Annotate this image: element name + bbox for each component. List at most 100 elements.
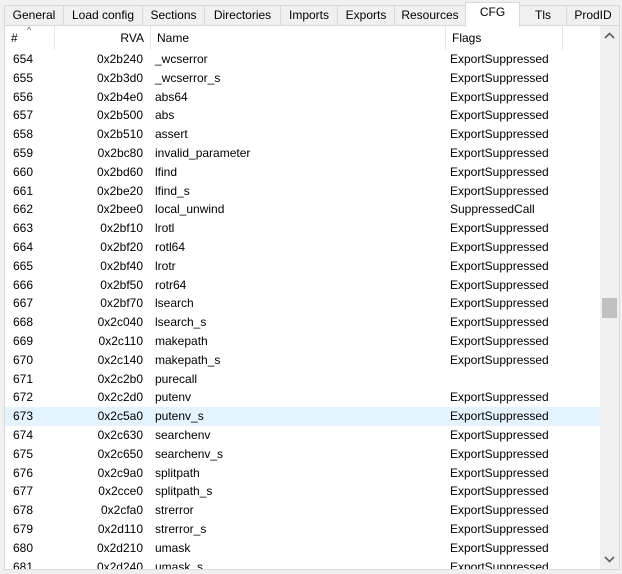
row-number: 660 — [13, 164, 34, 179]
row-rva: 0x2bf50 — [100, 277, 143, 292]
row-flags: ExportSuppressed — [450, 503, 549, 518]
tab-general[interactable]: General — [4, 5, 64, 25]
table-row[interactable]: 675 0x2c650 searchenv_s ExportSuppressed — [5, 445, 601, 464]
row-name: local_unwind — [155, 202, 225, 217]
tab-tls[interactable]: Tls — [519, 5, 567, 25]
table-row[interactable]: 673 0x2c5a0 putenv_s ExportSuppressed — [5, 407, 601, 426]
row-rva: 0x2b500 — [96, 108, 143, 123]
row-number: 659 — [13, 145, 34, 160]
row-rva: 0x2bf40 — [100, 258, 143, 273]
tab-exports[interactable]: Exports — [337, 5, 395, 25]
row-flags: ExportSuppressed — [450, 390, 549, 405]
table-row[interactable]: 662 0x2bee0 local_unwind SuppressedCall — [5, 200, 601, 219]
row-name: _wcserror — [155, 52, 208, 66]
row-flags: ExportSuppressed — [450, 239, 549, 254]
table-row[interactable]: 670 0x2c140 makepath_s ExportSuppressed — [5, 351, 601, 370]
tab-sections[interactable]: Sections — [142, 5, 205, 25]
row-name: splitpath — [155, 465, 200, 480]
chevron-down-icon[interactable] — [600, 551, 619, 568]
row-number: 679 — [13, 521, 34, 536]
row-rva: 0x2c630 — [97, 427, 143, 442]
row-flags: ExportSuppressed — [450, 352, 549, 367]
table-row[interactable]: 655 0x2b3d0 _wcserror_s ExportSuppressed — [5, 69, 601, 88]
row-number: 673 — [13, 409, 34, 424]
table-row[interactable]: 676 0x2c9a0 splitpath ExportSuppressed — [5, 464, 601, 483]
row-flags: ExportSuppressed — [450, 183, 549, 198]
row-flags: SuppressedCall — [450, 202, 535, 217]
table-row[interactable]: 664 0x2bf20 rotl64 ExportSuppressed — [5, 238, 601, 257]
table-row[interactable]: 667 0x2bf70 lsearch ExportSuppressed — [5, 294, 601, 313]
tab-cfg[interactable]: CFG — [465, 2, 520, 27]
tab-prodid[interactable]: ProdID — [566, 5, 620, 25]
table-row[interactable]: 663 0x2bf10 lrotl ExportSuppressed — [5, 219, 601, 238]
table-row[interactable]: 656 0x2b4e0 abs64 ExportSuppressed — [5, 88, 601, 107]
row-name: searchenv_s — [155, 446, 224, 461]
row-flags: ExportSuppressed — [450, 315, 549, 330]
chevron-up-icon[interactable] — [600, 27, 619, 44]
table-row[interactable]: 678 0x2cfa0 strerror ExportSuppressed — [5, 501, 601, 520]
row-name: rotr64 — [155, 277, 187, 292]
row-number: 669 — [13, 333, 34, 348]
row-rva: 0x2bf70 — [100, 296, 143, 311]
column-header-label: Name — [157, 31, 190, 45]
row-name: putenv — [155, 390, 192, 405]
table-row[interactable]: 661 0x2be20 lfind_s ExportSuppressed — [5, 182, 601, 201]
column-header-flags[interactable]: Flags — [446, 26, 563, 50]
cfg-table-body: 654 0x2b240 _wcserror ExportSuppressed 655 0x… — [5, 50, 601, 570]
table-row[interactable]: 668 0x2c040 lsearch_s ExportSuppressed — [5, 313, 601, 332]
table-row[interactable]: 657 0x2b500 abs ExportSuppressed — [5, 106, 601, 125]
row-rva: 0x2cce0 — [98, 484, 143, 499]
row-flags: ExportSuppressed — [450, 559, 549, 570]
table-row[interactable]: 665 0x2bf40 lrotr ExportSuppressed — [5, 257, 601, 276]
table-row[interactable]: 672 0x2c2d0 putenv ExportSuppressed — [5, 388, 601, 407]
table-row[interactable]: 680 0x2d210 umask ExportSuppressed — [5, 539, 601, 558]
sort-ascending-icon: ^ — [27, 25, 32, 35]
table-row[interactable]: 654 0x2b240 _wcserror ExportSuppressed — [5, 50, 601, 69]
column-header-rva[interactable]: RVA — [55, 26, 151, 50]
tab-load-config[interactable]: Load config — [63, 5, 143, 25]
table-row[interactable]: 671 0x2c2b0 purecall — [5, 370, 601, 389]
table-row[interactable]: 666 0x2bf50 rotr64 ExportSuppressed — [5, 276, 601, 295]
column-header-name[interactable]: Name — [151, 26, 446, 50]
column-header-label: # — [11, 31, 18, 45]
row-number: 678 — [13, 503, 34, 518]
row-rva: 0x2bf20 — [100, 239, 143, 254]
row-name: lrotr — [155, 258, 176, 273]
row-flags: ExportSuppressed — [450, 108, 549, 123]
table-row[interactable]: 681 0x2d240 umask_s ExportSuppressed — [5, 558, 601, 570]
row-flags: ExportSuppressed — [450, 465, 549, 480]
table-row[interactable]: 679 0x2d110 strerror_s ExportSuppressed — [5, 520, 601, 539]
vertical-scrollbar[interactable] — [600, 26, 619, 569]
row-name: abs64 — [155, 89, 188, 104]
scrollbar-thumb[interactable] — [602, 298, 617, 318]
row-flags: ExportSuppressed — [450, 164, 549, 179]
tab-imports[interactable]: Imports — [280, 5, 338, 25]
column-header-number[interactable]: # ^ — [5, 26, 55, 50]
table-row[interactable]: 659 0x2bc80 invalid_parameter ExportSuppres… — [5, 144, 601, 163]
row-number: 657 — [13, 108, 34, 123]
table-row[interactable]: 669 0x2c110 makepath ExportSuppressed — [5, 332, 601, 351]
row-rva: 0x2b3d0 — [96, 70, 143, 85]
row-flags: ExportSuppressed — [450, 333, 549, 348]
row-flags: ExportSuppressed — [450, 145, 549, 160]
table-row[interactable]: 674 0x2c630 searchenv ExportSuppressed — [5, 426, 601, 445]
row-number: 656 — [13, 89, 34, 104]
row-number: 655 — [13, 70, 34, 85]
row-name: lsearch_s — [155, 315, 207, 330]
row-rva: 0x2d110 — [97, 521, 143, 536]
table-row[interactable]: 658 0x2b510 assert ExportSuppressed — [5, 125, 601, 144]
table-row[interactable]: 677 0x2cce0 splitpath_s ExportSuppressed — [5, 482, 601, 501]
row-number: 654 — [13, 52, 34, 66]
row-number: 658 — [13, 127, 34, 142]
row-number: 677 — [13, 484, 34, 499]
row-name: makepath — [155, 333, 208, 348]
tab-resources[interactable]: Resources — [394, 5, 466, 25]
row-rva: 0x2c650 — [97, 446, 143, 461]
table-row[interactable]: 660 0x2bd60 lfind ExportSuppressed — [5, 163, 601, 182]
row-name: assert — [155, 127, 188, 142]
row-flags: ExportSuppressed — [450, 70, 549, 85]
row-name: strerror_s — [155, 521, 207, 536]
row-rva: 0x2bc80 — [97, 145, 143, 160]
tab-directories[interactable]: Directories — [204, 5, 281, 25]
row-rva: 0x2bee0 — [96, 202, 143, 217]
